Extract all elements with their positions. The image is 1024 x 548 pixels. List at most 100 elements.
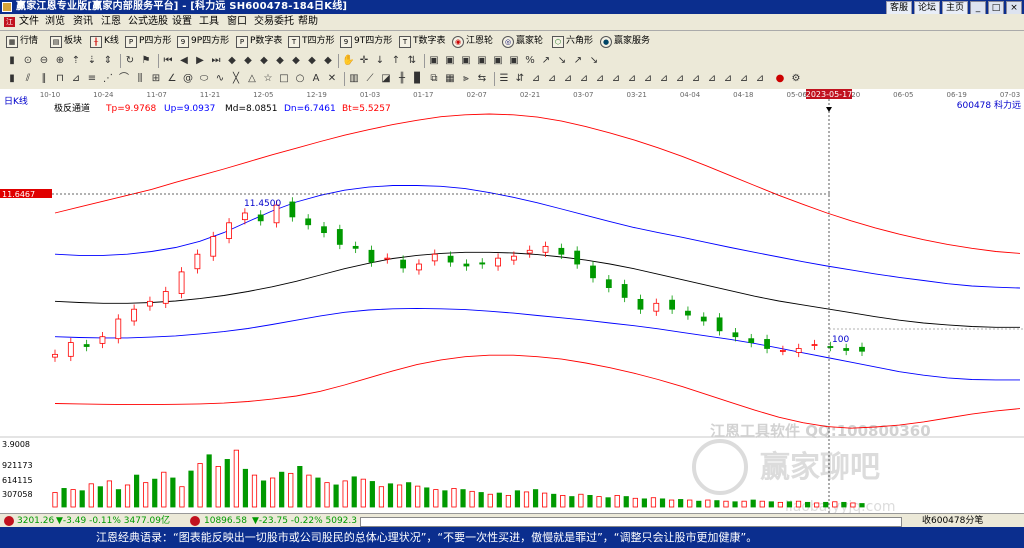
signal-l-icon[interactable]: ⊿ (706, 73, 718, 85)
signal-a-icon[interactable]: ⊿ (530, 73, 542, 85)
arc-icon[interactable]: ⌒ (118, 73, 130, 85)
refresh-icon[interactable]: ↻ (124, 55, 136, 67)
fibonacci-icon[interactable]: ≡ (86, 73, 98, 85)
angle-icon[interactable]: ∠ (166, 73, 178, 85)
service-tab-button[interactable]: 客服 (885, 1, 912, 15)
toolbar-9t-square-button[interactable]: 9 9T四方形 (340, 34, 392, 49)
menu-browse[interactable]: 浏览 (45, 14, 65, 30)
signal-k-icon[interactable]: ⊿ (690, 73, 702, 85)
cursor-tool-icon[interactable]: ▮ (6, 55, 18, 67)
diamond-c-icon[interactable]: ◆ (258, 55, 270, 67)
square-icon[interactable]: □ (278, 73, 290, 85)
hand-tool-icon[interactable]: ✋ (342, 55, 354, 67)
diamond-e-icon[interactable]: ◆ (290, 55, 302, 67)
candle-chart-icon[interactable]: ╫ (396, 73, 408, 85)
trend-d-icon[interactable]: ↘ (588, 55, 600, 67)
line-chart-icon[interactable]: ⟋ (364, 73, 376, 85)
sh-index-icon[interactable] (4, 516, 14, 526)
overlay-icon[interactable]: ⧉ (428, 73, 440, 85)
trend-b-icon[interactable]: ↘ (556, 55, 568, 67)
toolbar-sector-button[interactable]: ▤ 板块 (50, 34, 82, 49)
window-c-icon[interactable]: ▣ (460, 55, 472, 67)
area-chart-icon[interactable]: ◪ (380, 73, 392, 85)
signal-e-icon[interactable]: ⊿ (594, 73, 606, 85)
zoom-out-icon[interactable]: ⊖ (38, 55, 50, 67)
trend-a-icon[interactable]: ↗ (540, 55, 552, 67)
table-icon[interactable]: ▦ (444, 73, 456, 85)
menu-help[interactable]: 帮助 (298, 14, 318, 30)
signal-h-icon[interactable]: ⊿ (642, 73, 654, 85)
close-button[interactable]: × (1006, 1, 1022, 15)
signal-j-icon[interactable]: ⊿ (674, 73, 686, 85)
gann-fan-icon[interactable]: ⊿ (70, 73, 82, 85)
arrow-down-icon[interactable]: ↓ (374, 55, 386, 67)
globe-icon[interactable]: ● (774, 73, 786, 85)
window-a-icon[interactable]: ▣ (428, 55, 440, 67)
toolbar-9p-square-button[interactable]: 9 9P四方形 (177, 34, 229, 49)
parallel-line-icon[interactable]: ∥ (38, 73, 50, 85)
filter-icon[interactable]: ⫸ (460, 73, 472, 85)
histogram-icon[interactable]: ▊ (412, 73, 424, 85)
signal-f-icon[interactable]: ⊿ (610, 73, 622, 85)
tick-data-label[interactable]: 收600478分笔 (922, 514, 983, 528)
toolbar-quotes-button[interactable]: ▦ 行情 (6, 34, 38, 49)
kline-chart[interactable]: 10-10 10-24 11-07 11-21 12-05 12-19 01-03 01-17… (0, 89, 1024, 513)
period-icon[interactable]: ▮ (6, 73, 18, 85)
cycle-icon[interactable]: ⊓ (54, 73, 66, 85)
diamond-b-icon[interactable]: ◆ (242, 55, 254, 67)
toolbar-service-button[interactable]: ● 赢家服务 (600, 34, 650, 49)
wave-icon[interactable]: ∿ (214, 73, 226, 85)
menu-logo-icon[interactable]: 江 (4, 17, 15, 27)
sz-index-icon[interactable] (190, 516, 200, 526)
settings-icon[interactable]: ⚙ (790, 73, 802, 85)
signal-c-icon[interactable]: ⊿ (562, 73, 574, 85)
delete-icon[interactable]: ✕ (326, 73, 338, 85)
speed-line-icon[interactable]: ⋰ (102, 73, 114, 85)
last-bar-icon[interactable]: ⏭ (210, 55, 222, 67)
spiral-icon[interactable]: @ (182, 73, 194, 85)
bar-chart-icon[interactable]: ▥ (348, 73, 360, 85)
toolbar-p-square-button[interactable]: P P四方形 (125, 34, 171, 49)
channel-icon[interactable]: ⫼ (134, 73, 146, 85)
signal-m-icon[interactable]: ⊿ (722, 73, 734, 85)
circle-icon[interactable]: ○ (294, 73, 306, 85)
percent-icon[interactable]: % (524, 55, 536, 67)
menu-file[interactable]: 文件 (19, 14, 39, 30)
window-e-icon[interactable]: ▣ (492, 55, 504, 67)
star-icon[interactable]: ☆ (262, 73, 274, 85)
flag-icon[interactable]: ⚑ (140, 55, 152, 67)
toolbar-p-table-button[interactable]: P P数字表 (236, 34, 282, 49)
diamond-a-icon[interactable]: ◆ (226, 55, 238, 67)
sell-signal-icon[interactable]: ⇣ (86, 55, 98, 67)
toolbar-gann-wheel-button[interactable]: ◉ 江恩轮 (452, 34, 493, 49)
fan-line-icon[interactable]: ⫽ (22, 73, 34, 85)
compare-icon[interactable]: ⇆ (476, 73, 488, 85)
signal-n-icon[interactable]: ⊿ (738, 73, 750, 85)
ellipse-icon[interactable]: ⬭ (198, 73, 210, 85)
cross-icon[interactable]: ╳ (230, 73, 242, 85)
signal-b-icon[interactable]: ⊿ (546, 73, 558, 85)
target-tool-icon[interactable]: ⊙ (22, 55, 34, 67)
forum-tab-button[interactable]: 论坛 (913, 1, 940, 15)
toolbar-winner-wheel-button[interactable]: ◎ 赢家轮 (502, 34, 543, 49)
window-d-icon[interactable]: ▣ (476, 55, 488, 67)
minimize-button[interactable]: _ (970, 1, 986, 15)
arrow-up-icon[interactable]: ↑ (390, 55, 402, 67)
first-bar-icon[interactable]: ⏮ (162, 55, 174, 67)
signal-o-icon[interactable]: ⊿ (754, 73, 766, 85)
text-tool-icon[interactable]: A (310, 73, 322, 85)
signal-i-icon[interactable]: ⊿ (658, 73, 670, 85)
list-icon[interactable]: ☰ (498, 73, 510, 85)
box-icon[interactable]: ⊞ (150, 73, 162, 85)
diamond-d-icon[interactable]: ◆ (274, 55, 286, 67)
buy-signal-icon[interactable]: ⇡ (70, 55, 82, 67)
toolbar-hexagon-button[interactable]: ⬡ 六角形 (552, 34, 593, 49)
menu-formula-select[interactable]: 公式选股 (128, 14, 168, 30)
diamond-f-icon[interactable]: ◆ (306, 55, 318, 67)
crosshair-icon[interactable]: ✛ (358, 55, 370, 67)
window-b-icon[interactable]: ▣ (444, 55, 456, 67)
trend-c-icon[interactable]: ↗ (572, 55, 584, 67)
sort-icon[interactable]: ⇵ (514, 73, 526, 85)
menu-window[interactable]: 窗口 (227, 14, 247, 30)
toolbar-t-square-button[interactable]: T T四方形 (288, 34, 335, 49)
